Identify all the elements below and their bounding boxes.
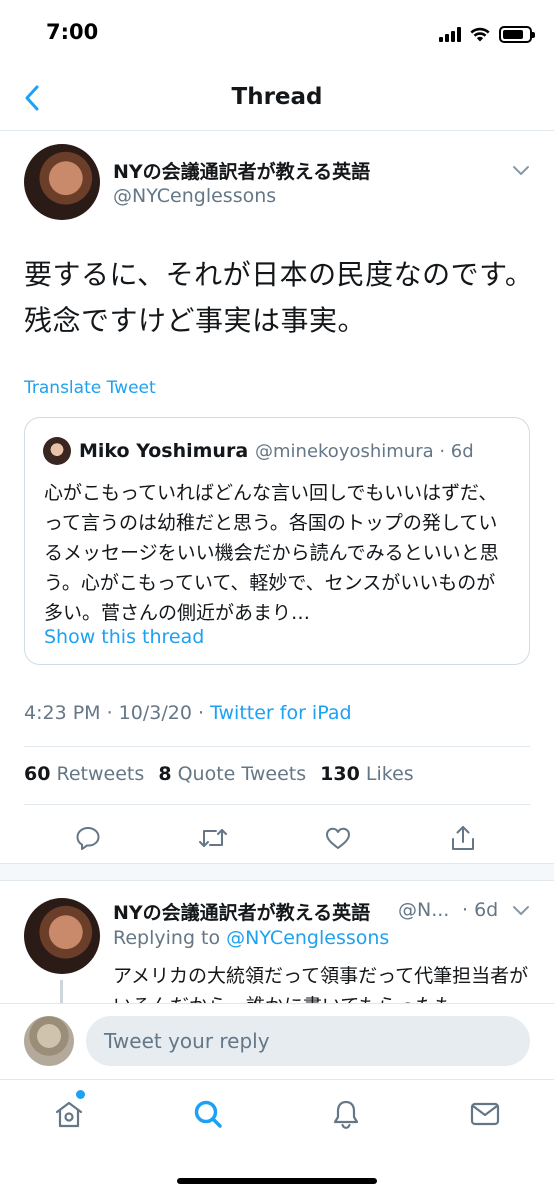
reply-author-avatar[interactable]: [24, 898, 100, 974]
home-icon: [55, 1101, 83, 1128]
nav-divider: [0, 130, 554, 131]
retweet-button[interactable]: [193, 818, 233, 858]
tweet-reply-input[interactable]: Tweet your reply: [86, 1016, 530, 1066]
author-avatar[interactable]: [24, 144, 100, 220]
reply-icon: [76, 827, 100, 850]
tab-messages[interactable]: [465, 1094, 505, 1134]
reply-options-button[interactable]: [512, 902, 530, 921]
show-thread-link[interactable]: Show this thread: [44, 626, 204, 648]
tab-search[interactable]: [188, 1094, 228, 1134]
author-handle[interactable]: @NYCenglessons: [113, 185, 276, 207]
tweet-time: 4:23 PM · 10/3/20 ·: [24, 702, 211, 724]
quote-author-name: Miko Yoshimura: [79, 440, 249, 462]
divider: [0, 880, 554, 881]
messages-icon: [470, 1102, 500, 1126]
tweet-text: 要するに、それが日本の民度なのです。残念ですけど事実は事実。: [24, 258, 534, 337]
reply-author-handle[interactable]: @N...: [398, 899, 449, 921]
tweet-options-button[interactable]: [512, 162, 530, 181]
share-button[interactable]: [443, 818, 483, 858]
share-icon: [452, 826, 474, 850]
like-icon: [326, 827, 350, 849]
divider: [24, 804, 530, 805]
likes-label: Likes: [365, 763, 414, 785]
quote-author-handle: @minekoyoshimura · 6d: [255, 441, 474, 462]
author-name[interactable]: NYの会議通訳者が教える英語: [113, 157, 370, 184]
quote-text: 心がこもっていればどんな言い回しでもいいはずだ、って言うのは幼稚だと思う。各国の…: [44, 482, 499, 624]
chevron-down-icon: [513, 166, 529, 175]
search-icon: [194, 1100, 222, 1128]
translate-tweet-link[interactable]: Translate Tweet: [24, 378, 156, 398]
cellular-signal-icon: [439, 26, 461, 42]
wifi-icon: [470, 27, 490, 41]
chevron-down-icon: [513, 906, 529, 915]
quote-avatar: [43, 437, 71, 465]
likes-stat[interactable]: 130 Likes: [320, 763, 414, 785]
tweet-timestamp: 4:23 PM · 10/3/20 · Twitter for iPad: [24, 702, 352, 724]
tweet-source-link[interactable]: Twitter for iPad: [210, 702, 351, 724]
page-title: Thread: [231, 84, 323, 110]
battery-icon: [499, 25, 535, 43]
replying-to: Replying to @NYCenglessons: [113, 927, 389, 949]
status-time: 7:00: [46, 20, 99, 44]
reply-button[interactable]: [68, 818, 108, 858]
reply-time: · 6d: [462, 899, 499, 921]
replying-to-prefix: Replying to: [113, 927, 227, 949]
replying-to-mention[interactable]: @NYCenglessons: [226, 927, 389, 949]
divider: [24, 746, 530, 747]
quotes-label: Quote Tweets: [177, 763, 307, 785]
tweet-stats: 60 Retweets 8 Quote Tweets 130 Likes: [24, 763, 422, 785]
tab-home[interactable]: [49, 1094, 89, 1134]
quotes-count: 8: [158, 763, 172, 785]
reply-author-name[interactable]: NYの会議通訳者が教える英語: [113, 898, 370, 925]
my-avatar: [24, 1016, 74, 1066]
likes-count: 130: [320, 763, 360, 785]
retweets-stat[interactable]: 60 Retweets: [24, 763, 144, 785]
status-icons: [439, 24, 535, 44]
like-button[interactable]: [318, 818, 358, 858]
retweet-icon: [199, 829, 227, 847]
notifications-icon: [333, 1100, 359, 1129]
reply-text: アメリカの大統領だって領事だって代筆担当者がいるんだから、誰かに書いてもらったも: [113, 965, 529, 1003]
quote-tweets-stat[interactable]: 8 Quote Tweets: [158, 763, 306, 785]
home-notification-dot: [76, 1090, 85, 1099]
quoted-tweet-card[interactable]: Miko Yoshimura @minekoyoshimura · 6d 心がこ…: [24, 417, 530, 665]
home-indicator[interactable]: [177, 1178, 377, 1184]
tab-notifications[interactable]: [326, 1094, 366, 1134]
retweets-label: Retweets: [56, 763, 145, 785]
section-separator: [0, 864, 554, 880]
retweets-count: 60: [24, 763, 51, 785]
